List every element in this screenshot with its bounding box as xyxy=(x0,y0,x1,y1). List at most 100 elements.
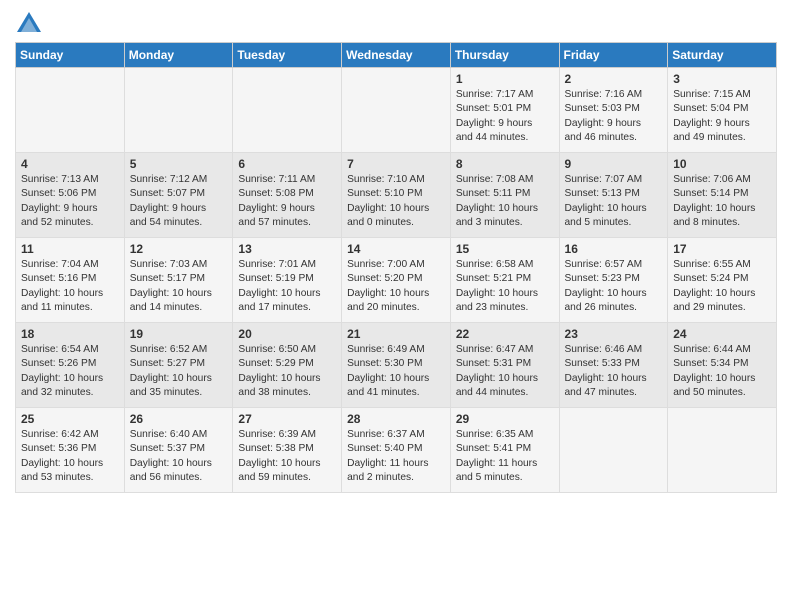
calendar-cell: 10 Sunrise: 7:06 AM Sunset: 5:14 PM Dayli… xyxy=(668,153,777,238)
calendar-cell: 28 Sunrise: 6:37 AM Sunset: 5:40 PM Dayli… xyxy=(342,408,451,493)
day-info: Sunrise: 6:40 AM Sunset: 5:37 PM Dayligh… xyxy=(130,428,228,485)
column-header-thursday: Thursday xyxy=(450,43,559,68)
calendar-cell: 19 Sunrise: 6:52 AM Sunset: 5:27 PM Dayli… xyxy=(124,323,233,408)
day-info: Sunrise: 6:42 AM Sunset: 5:36 PM Dayligh… xyxy=(21,428,119,485)
day-number: 19 xyxy=(130,327,228,341)
day-info: Sunrise: 7:13 AM Sunset: 5:06 PM Dayligh… xyxy=(21,173,119,230)
calendar-week-1: 1 Sunrise: 7:17 AM Sunset: 5:01 PM Daylig… xyxy=(16,68,777,153)
day-number: 2 xyxy=(565,72,663,86)
day-number: 7 xyxy=(347,157,445,171)
column-header-wednesday: Wednesday xyxy=(342,43,451,68)
day-info: Sunrise: 7:04 AM Sunset: 5:16 PM Dayligh… xyxy=(21,258,119,315)
calendar-cell: 2 Sunrise: 7:16 AM Sunset: 5:03 PM Daylig… xyxy=(559,68,668,153)
day-info: Sunrise: 7:12 AM Sunset: 5:07 PM Dayligh… xyxy=(130,173,228,230)
calendar-cell: 21 Sunrise: 6:49 AM Sunset: 5:30 PM Dayli… xyxy=(342,323,451,408)
day-info: Sunrise: 6:39 AM Sunset: 5:38 PM Dayligh… xyxy=(238,428,336,485)
day-number: 22 xyxy=(456,327,554,341)
day-number: 21 xyxy=(347,327,445,341)
calendar-cell: 22 Sunrise: 6:47 AM Sunset: 5:31 PM Dayli… xyxy=(450,323,559,408)
day-info: Sunrise: 7:08 AM Sunset: 5:11 PM Dayligh… xyxy=(456,173,554,230)
day-info: Sunrise: 6:46 AM Sunset: 5:33 PM Dayligh… xyxy=(565,343,663,400)
day-info: Sunrise: 6:52 AM Sunset: 5:27 PM Dayligh… xyxy=(130,343,228,400)
calendar-cell: 14 Sunrise: 7:00 AM Sunset: 5:20 PM Dayli… xyxy=(342,238,451,323)
day-number: 15 xyxy=(456,242,554,256)
day-number: 27 xyxy=(238,412,336,426)
day-info: Sunrise: 6:49 AM Sunset: 5:30 PM Dayligh… xyxy=(347,343,445,400)
day-info: Sunrise: 7:15 AM Sunset: 5:04 PM Dayligh… xyxy=(673,88,771,145)
calendar-week-5: 25 Sunrise: 6:42 AM Sunset: 5:36 PM Dayli… xyxy=(16,408,777,493)
calendar-cell: 7 Sunrise: 7:10 AM Sunset: 5:10 PM Daylig… xyxy=(342,153,451,238)
day-info: Sunrise: 7:11 AM Sunset: 5:08 PM Dayligh… xyxy=(238,173,336,230)
calendar-cell: 23 Sunrise: 6:46 AM Sunset: 5:33 PM Dayli… xyxy=(559,323,668,408)
column-header-saturday: Saturday xyxy=(668,43,777,68)
day-number: 5 xyxy=(130,157,228,171)
calendar-cell: 24Sunrise: 6:44 AM Sunset: 5:34 PM Dayli… xyxy=(668,323,777,408)
day-number: 26 xyxy=(130,412,228,426)
calendar-week-2: 4 Sunrise: 7:13 AM Sunset: 5:06 PM Daylig… xyxy=(16,153,777,238)
calendar-cell: 15 Sunrise: 6:58 AM Sunset: 5:21 PM Dayli… xyxy=(450,238,559,323)
calendar-cell: 26 Sunrise: 6:40 AM Sunset: 5:37 PM Dayli… xyxy=(124,408,233,493)
column-header-monday: Monday xyxy=(124,43,233,68)
day-info: Sunrise: 7:17 AM Sunset: 5:01 PM Dayligh… xyxy=(456,88,554,145)
day-info: Sunrise: 7:00 AM Sunset: 5:20 PM Dayligh… xyxy=(347,258,445,315)
day-info: Sunrise: 6:37 AM Sunset: 5:40 PM Dayligh… xyxy=(347,428,445,485)
day-number: 3 xyxy=(673,72,771,86)
calendar-cell: 12 Sunrise: 7:03 AM Sunset: 5:17 PM Dayli… xyxy=(124,238,233,323)
day-number: 28 xyxy=(347,412,445,426)
calendar-cell: 4 Sunrise: 7:13 AM Sunset: 5:06 PM Daylig… xyxy=(16,153,125,238)
day-number: 29 xyxy=(456,412,554,426)
day-number: 12 xyxy=(130,242,228,256)
calendar-week-3: 11 Sunrise: 7:04 AM Sunset: 5:16 PM Dayli… xyxy=(16,238,777,323)
calendar-table: SundayMondayTuesdayWednesdayThursdayFrid… xyxy=(15,42,777,493)
day-number: 10 xyxy=(673,157,771,171)
day-info: Sunrise: 6:50 AM Sunset: 5:29 PM Dayligh… xyxy=(238,343,336,400)
day-number: 8 xyxy=(456,157,554,171)
calendar-cell: 6Sunrise: 7:11 AM Sunset: 5:08 PM Daylig… xyxy=(233,153,342,238)
day-number: 20 xyxy=(238,327,336,341)
calendar-cell xyxy=(16,68,125,153)
day-number: 14 xyxy=(347,242,445,256)
calendar-cell: 29Sunrise: 6:35 AM Sunset: 5:41 PM Dayli… xyxy=(450,408,559,493)
day-info: Sunrise: 6:54 AM Sunset: 5:26 PM Dayligh… xyxy=(21,343,119,400)
day-number: 1 xyxy=(456,72,554,86)
calendar-cell xyxy=(668,408,777,493)
calendar-cell: 20 Sunrise: 6:50 AM Sunset: 5:29 PM Dayli… xyxy=(233,323,342,408)
calendar-cell xyxy=(233,68,342,153)
day-info: Sunrise: 6:44 AM Sunset: 5:34 PM Dayligh… xyxy=(673,343,771,400)
header-row: SundayMondayTuesdayWednesdayThursdayFrid… xyxy=(16,43,777,68)
day-info: Sunrise: 6:47 AM Sunset: 5:31 PM Dayligh… xyxy=(456,343,554,400)
column-header-tuesday: Tuesday xyxy=(233,43,342,68)
calendar-cell xyxy=(342,68,451,153)
calendar-cell: 5 Sunrise: 7:12 AM Sunset: 5:07 PM Daylig… xyxy=(124,153,233,238)
calendar-cell: 8 Sunrise: 7:08 AM Sunset: 5:11 PM Daylig… xyxy=(450,153,559,238)
day-info: Sunrise: 7:06 AM Sunset: 5:14 PM Dayligh… xyxy=(673,173,771,230)
day-number: 9 xyxy=(565,157,663,171)
day-number: 11 xyxy=(21,242,119,256)
calendar-cell xyxy=(124,68,233,153)
calendar-cell: 1 Sunrise: 7:17 AM Sunset: 5:01 PM Daylig… xyxy=(450,68,559,153)
day-info: Sunrise: 6:57 AM Sunset: 5:23 PM Dayligh… xyxy=(565,258,663,315)
calendar-cell: 17 Sunrise: 6:55 AM Sunset: 5:24 PM Dayli… xyxy=(668,238,777,323)
calendar-header: SundayMondayTuesdayWednesdayThursdayFrid… xyxy=(16,43,777,68)
logo-icon xyxy=(15,10,43,38)
day-info: Sunrise: 7:03 AM Sunset: 5:17 PM Dayligh… xyxy=(130,258,228,315)
calendar-body: 1 Sunrise: 7:17 AM Sunset: 5:01 PM Daylig… xyxy=(16,68,777,493)
calendar-cell: 25 Sunrise: 6:42 AM Sunset: 5:36 PM Dayli… xyxy=(16,408,125,493)
day-info: Sunrise: 6:55 AM Sunset: 5:24 PM Dayligh… xyxy=(673,258,771,315)
column-header-sunday: Sunday xyxy=(16,43,125,68)
day-number: 25 xyxy=(21,412,119,426)
day-info: Sunrise: 7:10 AM Sunset: 5:10 PM Dayligh… xyxy=(347,173,445,230)
day-number: 16 xyxy=(565,242,663,256)
day-info: Sunrise: 7:16 AM Sunset: 5:03 PM Dayligh… xyxy=(565,88,663,145)
calendar-cell: 3 Sunrise: 7:15 AM Sunset: 5:04 PM Daylig… xyxy=(668,68,777,153)
calendar-cell: 11 Sunrise: 7:04 AM Sunset: 5:16 PM Dayli… xyxy=(16,238,125,323)
calendar-cell: 16 Sunrise: 6:57 AM Sunset: 5:23 PM Dayli… xyxy=(559,238,668,323)
day-number: 23 xyxy=(565,327,663,341)
day-number: 17 xyxy=(673,242,771,256)
day-info: Sunrise: 6:58 AM Sunset: 5:21 PM Dayligh… xyxy=(456,258,554,315)
day-info: Sunrise: 7:01 AM Sunset: 5:19 PM Dayligh… xyxy=(238,258,336,315)
calendar-cell xyxy=(559,408,668,493)
day-info: Sunrise: 7:07 AM Sunset: 5:13 PM Dayligh… xyxy=(565,173,663,230)
day-number: 4 xyxy=(21,157,119,171)
calendar-week-4: 18Sunrise: 6:54 AM Sunset: 5:26 PM Dayli… xyxy=(16,323,777,408)
